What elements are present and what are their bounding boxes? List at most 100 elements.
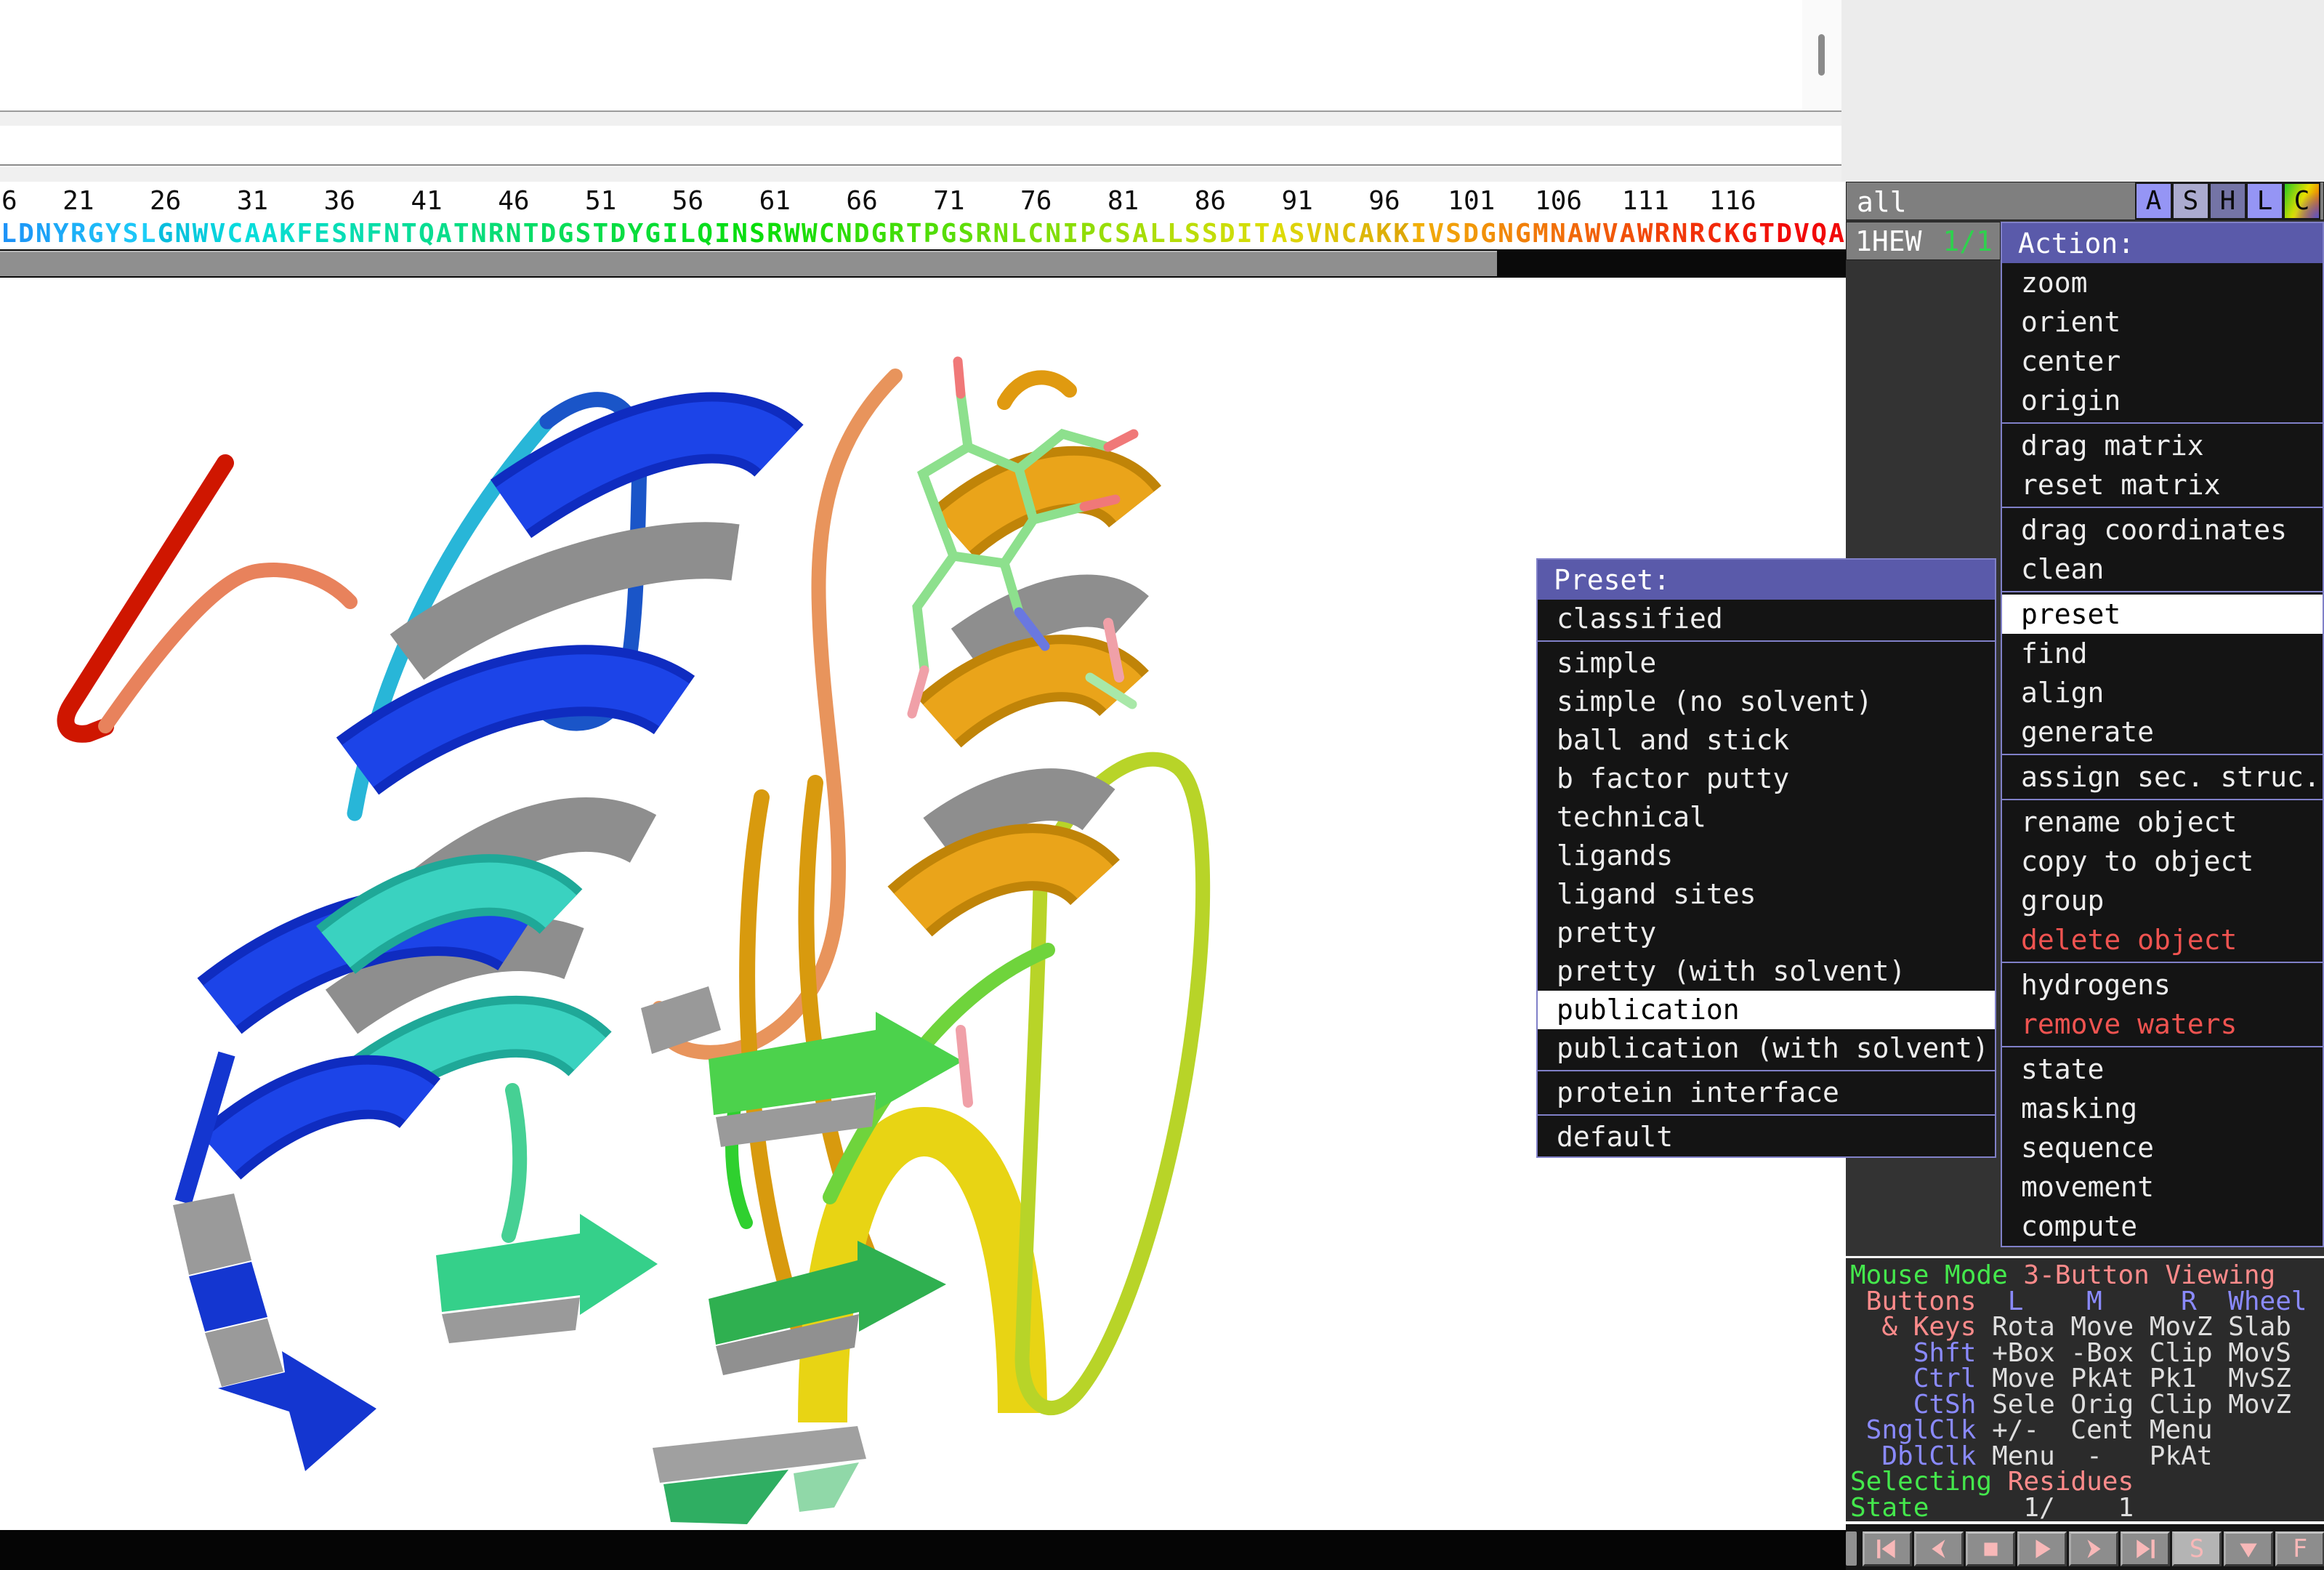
residue-40[interactable]: T: [400, 220, 418, 248]
residue-79[interactable]: P: [1079, 220, 1097, 248]
residue-44[interactable]: N: [470, 220, 488, 248]
residue-63[interactable]: W: [801, 220, 818, 248]
l-menu-button[interactable]: L: [2246, 182, 2283, 220]
residue-38[interactable]: F: [366, 220, 383, 248]
vcr-scene-down[interactable]: [2224, 1531, 2273, 1566]
action-item-orient[interactable]: orient: [2002, 302, 2323, 342]
action-item-generate[interactable]: generate: [2002, 712, 2323, 752]
residue-55[interactable]: I: [661, 220, 679, 248]
residue-39[interactable]: N: [383, 220, 400, 248]
c-menu-button[interactable]: C: [2283, 182, 2320, 220]
residue-26[interactable]: G: [157, 220, 174, 248]
action-item-state[interactable]: state: [2002, 1050, 2323, 1089]
residue-109[interactable]: V: [1602, 220, 1619, 248]
residue-76[interactable]: C: [1027, 220, 1044, 248]
residue-19[interactable]: N: [35, 220, 52, 248]
residue-29[interactable]: V: [209, 220, 226, 248]
action-item-zoom[interactable]: zoom: [2002, 263, 2323, 302]
residue-48[interactable]: D: [540, 220, 557, 248]
sequence-scrollbar-track[interactable]: [0, 249, 1846, 278]
residue-65[interactable]: N: [836, 220, 853, 248]
residue-83[interactable]: L: [1149, 220, 1166, 248]
preset-item-publication-with-solvent-[interactable]: publication (with solvent): [1538, 1029, 1995, 1068]
residue-53[interactable]: Y: [626, 220, 644, 248]
residue-36[interactable]: S: [331, 220, 348, 248]
residue-100[interactable]: S: [1445, 220, 1462, 248]
residue-115[interactable]: C: [1706, 220, 1723, 248]
residue-28[interactable]: W: [191, 220, 209, 248]
vcr-play[interactable]: [2017, 1531, 2067, 1566]
action-item-masking[interactable]: masking: [2002, 1089, 2323, 1128]
sequence-scrollbar-thumb[interactable]: [0, 251, 1497, 276]
action-item-copy-to-object[interactable]: copy to object: [2002, 842, 2323, 881]
residue-96[interactable]: K: [1375, 220, 1392, 248]
preset-item-publication[interactable]: publication: [1538, 991, 1995, 1029]
residue-106[interactable]: N: [1549, 220, 1567, 248]
residue-74[interactable]: N: [992, 220, 1009, 248]
external-gui-scrollbar-thumb[interactable]: [1818, 34, 1825, 76]
action-item-clean[interactable]: clean: [2002, 550, 2323, 589]
action-item-drag-matrix[interactable]: drag matrix: [2002, 426, 2323, 465]
residue-119[interactable]: D: [1775, 220, 1793, 248]
preset-item-simple[interactable]: simple: [1538, 644, 1995, 683]
preset-item-ligand-sites[interactable]: ligand sites: [1538, 875, 1995, 914]
residue-68[interactable]: R: [888, 220, 905, 248]
residue-58[interactable]: I: [714, 220, 731, 248]
preset-item-pretty-with-solvent-[interactable]: pretty (with solvent): [1538, 952, 1995, 991]
residue-22[interactable]: G: [87, 220, 105, 248]
residue-99[interactable]: V: [1427, 220, 1445, 248]
residue-107[interactable]: A: [1567, 220, 1584, 248]
residue-113[interactable]: N: [1671, 220, 1689, 248]
playback-resize-tab[interactable]: [1846, 1531, 1857, 1566]
residue-62[interactable]: W: [783, 220, 801, 248]
residue-108[interactable]: W: [1584, 220, 1602, 248]
residue-92[interactable]: V: [1305, 220, 1323, 248]
residue-122[interactable]: A: [1828, 220, 1845, 248]
residue-102[interactable]: G: [1480, 220, 1497, 248]
preset-item-pretty[interactable]: pretty: [1538, 914, 1995, 952]
action-item-movement[interactable]: movement: [2002, 1167, 2323, 1207]
vcr-go-to-end[interactable]: [2121, 1531, 2170, 1566]
residue-118[interactable]: T: [1758, 220, 1775, 248]
vcr-go-to-start[interactable]: [1863, 1531, 1912, 1566]
residue-27[interactable]: N: [174, 220, 192, 248]
residue-51[interactable]: T: [592, 220, 609, 248]
residue-110[interactable]: A: [1619, 220, 1637, 248]
residue-111[interactable]: W: [1637, 220, 1654, 248]
residue-88[interactable]: I: [1236, 220, 1254, 248]
preset-item-simple-no-solvent-[interactable]: simple (no solvent): [1538, 683, 1995, 721]
residue-33[interactable]: K: [278, 220, 296, 248]
residue-80[interactable]: C: [1097, 220, 1114, 248]
residue-64[interactable]: C: [818, 220, 836, 248]
residue-97[interactable]: K: [1392, 220, 1410, 248]
residue-91[interactable]: S: [1288, 220, 1306, 248]
residue-37[interactable]: N: [348, 220, 366, 248]
vcr-s-button[interactable]: S: [2172, 1531, 2222, 1566]
residue-70[interactable]: P: [923, 220, 940, 248]
residue-77[interactable]: N: [1044, 220, 1062, 248]
residue-56[interactable]: L: [679, 220, 696, 248]
preset-item-protein-interface[interactable]: protein interface: [1538, 1074, 1995, 1112]
residue-95[interactable]: A: [1357, 220, 1375, 248]
residue-103[interactable]: N: [1497, 220, 1514, 248]
residue-105[interactable]: M: [1532, 220, 1549, 248]
action-item-align[interactable]: align: [2002, 673, 2323, 712]
action-item-center[interactable]: center: [2002, 342, 2323, 381]
residue-57[interactable]: Q: [696, 220, 714, 248]
residue-104[interactable]: G: [1514, 220, 1532, 248]
preset-item-technical[interactable]: technical: [1538, 798, 1995, 837]
residue-24[interactable]: S: [122, 220, 140, 248]
action-item-delete-object[interactable]: delete object: [2002, 920, 2323, 959]
residue-32[interactable]: A: [261, 220, 278, 248]
preset-item-default[interactable]: default: [1538, 1118, 1995, 1156]
residue-52[interactable]: D: [609, 220, 626, 248]
residue-21[interactable]: R: [70, 220, 87, 248]
residue-85[interactable]: S: [1184, 220, 1201, 248]
residue-46[interactable]: N: [505, 220, 523, 248]
action-item-preset[interactable]: preset: [2002, 595, 2323, 634]
residue-50[interactable]: S: [574, 220, 592, 248]
residue-90[interactable]: A: [1271, 220, 1288, 248]
command-input-area[interactable]: [0, 126, 1841, 166]
preset-item-classified[interactable]: classified: [1538, 600, 1995, 638]
residue-71[interactable]: G: [940, 220, 957, 248]
